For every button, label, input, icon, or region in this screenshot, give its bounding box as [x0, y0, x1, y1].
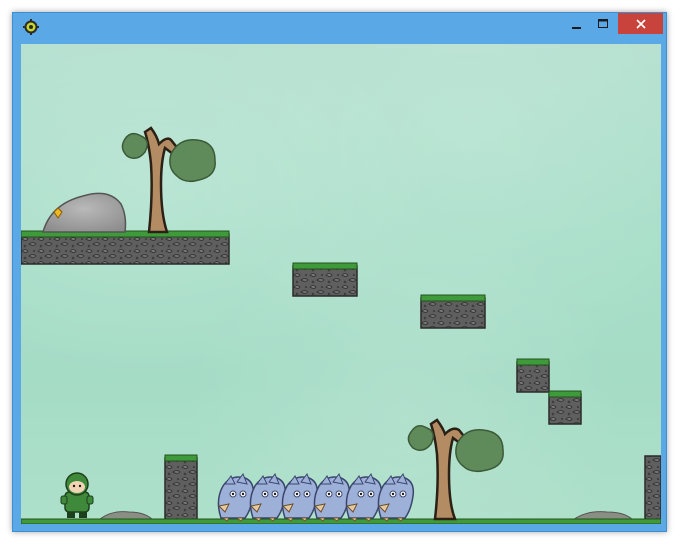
close-button[interactable] [618, 13, 663, 34]
game-window [12, 12, 667, 532]
maximize-icon [598, 18, 608, 28]
enemy-bird[interactable] [281, 472, 319, 522]
platform-block-small [548, 390, 582, 425]
enemy-bird[interactable] [345, 472, 383, 522]
stone-pillar [164, 454, 198, 524]
title-bar[interactable] [13, 13, 666, 43]
tree-lower [407, 418, 504, 521]
gear-icon [23, 19, 39, 35]
enemy-bird[interactable] [313, 472, 351, 522]
minimize-icon [572, 26, 581, 29]
platform-block [292, 262, 358, 297]
maximize-button[interactable] [590, 13, 616, 34]
enemy-group [217, 472, 415, 522]
player-character[interactable] [60, 472, 94, 518]
game-scene[interactable] [21, 44, 661, 524]
platform-block [420, 294, 486, 329]
close-icon [635, 18, 646, 29]
platform-block-small [516, 358, 550, 393]
minimize-button[interactable] [564, 13, 590, 34]
enemy-bird[interactable] [377, 472, 415, 522]
enemy-bird[interactable] [217, 472, 255, 522]
enemy-bird[interactable] [249, 472, 287, 522]
game-viewport[interactable] [21, 44, 661, 524]
platform-ledge-upper-left [21, 230, 230, 265]
ground [21, 518, 661, 524]
tree-upper [121, 126, 216, 234]
stone-pillar-right [644, 455, 661, 524]
